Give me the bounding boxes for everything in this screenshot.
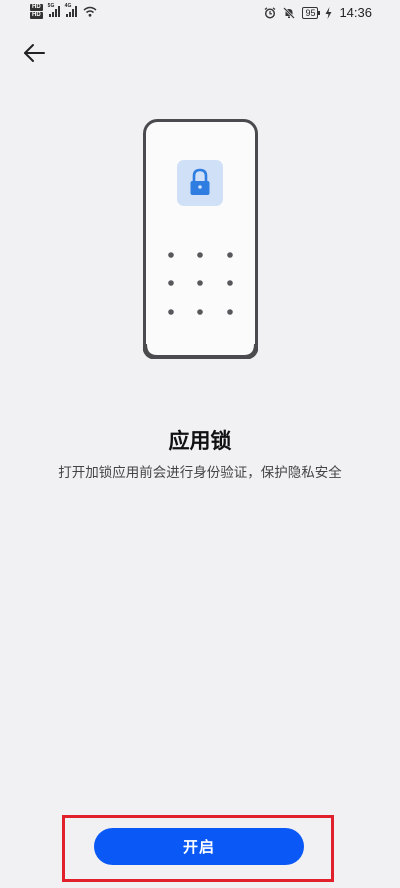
enable-button[interactable]: 开启 [94,828,304,865]
wifi-icon [83,6,97,17]
page-title: 应用锁 [168,429,232,453]
signal-icon-2: 4G [64,3,77,17]
back-arrow-icon [24,44,45,62]
back-button[interactable] [22,42,48,64]
page-description: 打开加锁应用前会进行身份验证，保护隐私安全 [58,465,342,481]
network2-label: 4G [64,3,72,9]
status-right: 95 14:36 [264,5,372,20]
status-time: 14:36 [339,5,372,20]
network1-label: 5G [47,3,55,9]
mute-icon [283,6,296,19]
sim2-hd-badge: HD [30,12,43,19]
alarm-icon [265,6,276,19]
status-left: HD HD 5G 4G [30,3,97,19]
charging-icon [325,6,332,19]
sim1-hd-badge: HD [30,4,43,11]
phone-illustration [142,119,259,360]
battery-indicator: 95 [302,6,321,19]
status-bar: HD HD 5G 4G 95 14:36 [0,0,400,28]
sim-indicators: HD HD [30,4,43,19]
phone-frame [142,119,259,360]
lock-tile [177,160,223,206]
signal-icon: 5G [47,3,60,17]
